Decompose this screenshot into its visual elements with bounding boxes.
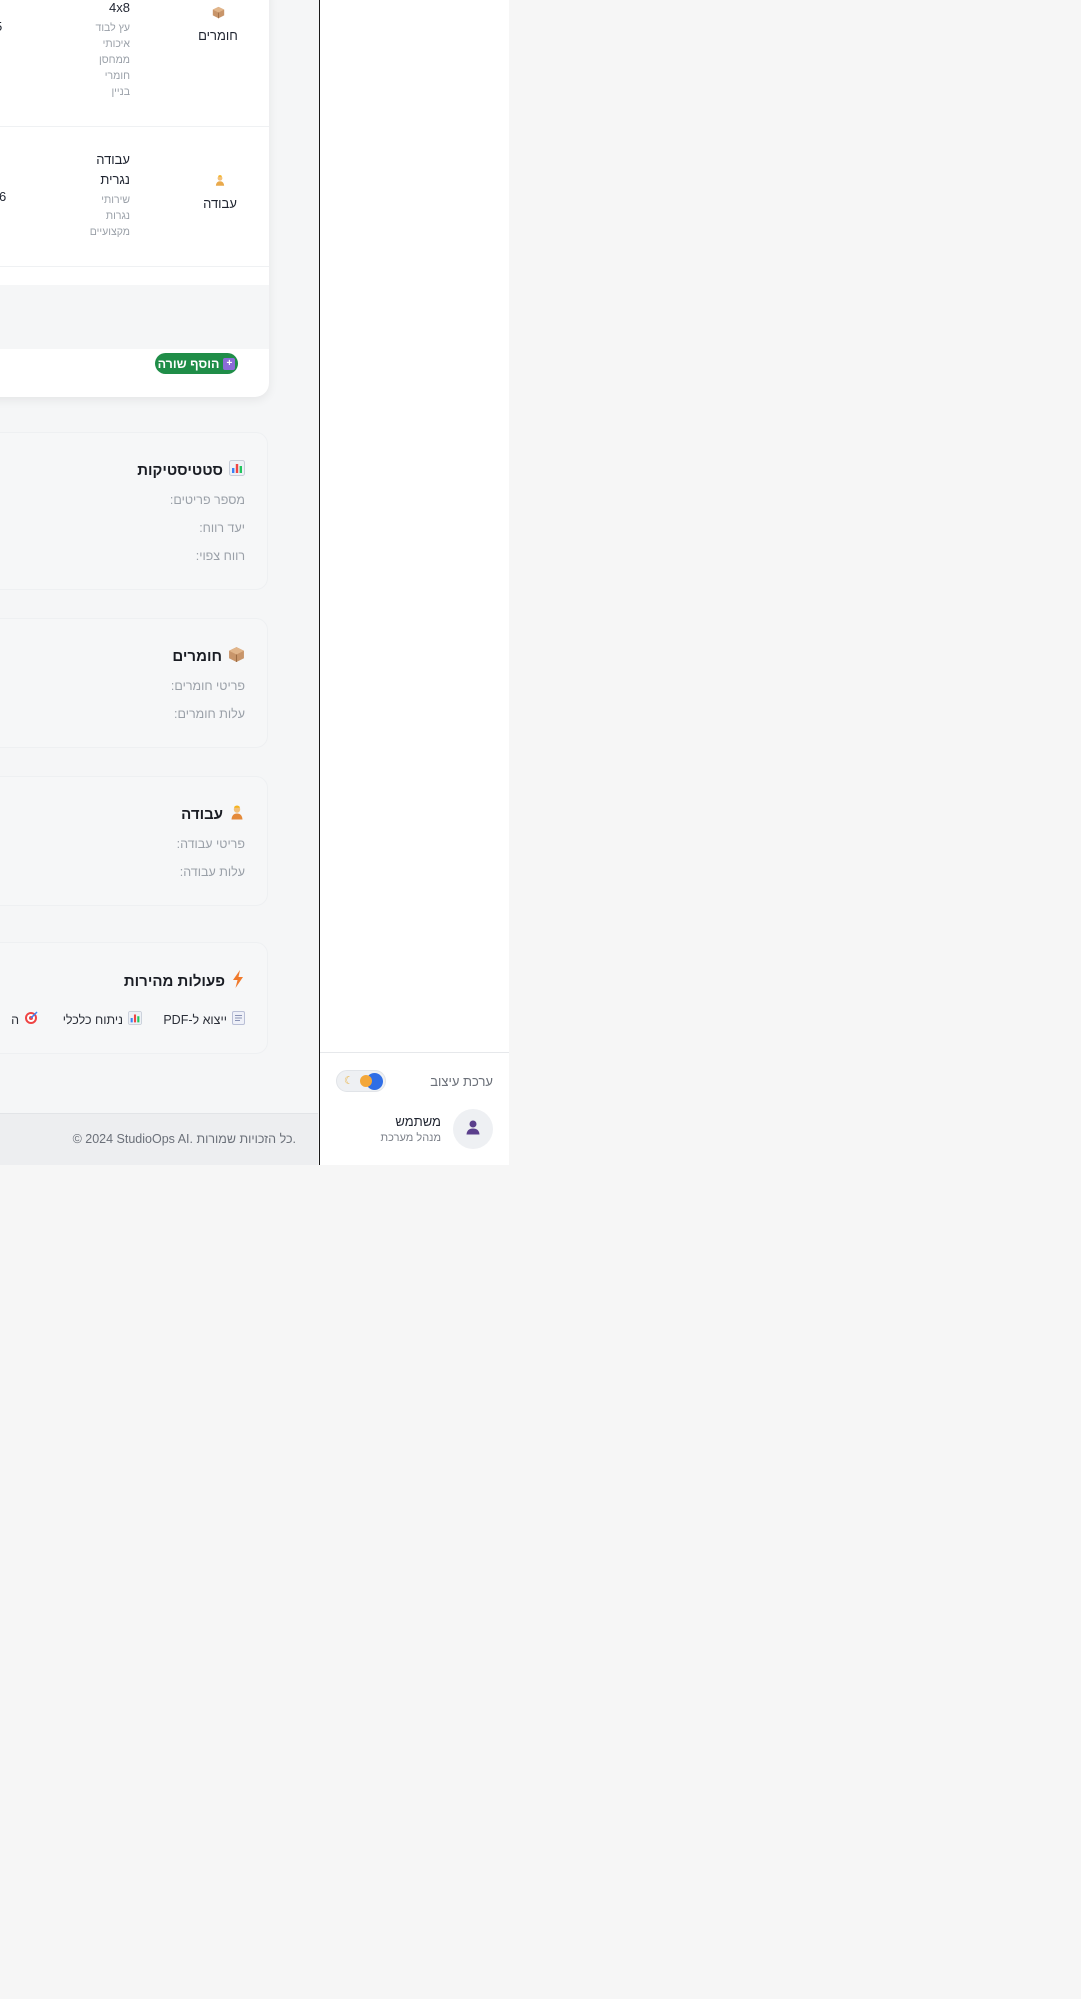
user-info: משתמש מנהל מערכת [381,1114,441,1144]
labor-panel: עבודה פריטי עבודה: עלות עבודה: [0,776,268,906]
materials-count-label: פריטי חומרים: [170,679,245,693]
materials-cost-label: עלות חומרים: [174,707,245,721]
user-profile[interactable]: משתמש מנהל מערכת [336,1107,493,1151]
bar-chart-icon [229,460,245,480]
stats-panel: סטטיסטיקות מספר פריטים: יעד רווח: רווח צ… [0,432,268,590]
sidebar: ערכת עיצוב ☾ משתמש מנהל מערכת [319,0,509,1165]
row-item: 4x8 עץ לבוד איכותי ממחסן חומרי בניין [80,0,131,100]
box-icon [193,6,243,22]
quick-actions-title: פעולות מהירות [124,970,245,992]
theme-switcher: ערכת עיצוב ☾ [336,1069,493,1093]
row-value: 6 [0,189,7,204]
box-icon [228,646,245,667]
table-row: עבודה [195,174,245,211]
theme-label: ערכת עיצוב [430,1073,493,1089]
goal-button[interactable]: ה [11,1011,38,1028]
row-item-desc: שירותי נגרות מקצועיים [89,194,130,238]
row-item: עבודה נגרית שירותי נגרות מקצועיים [80,150,130,240]
moon-icon: ☾ [344,1075,354,1087]
plus-icon: + [223,357,236,370]
table-row: חומרים [193,6,243,43]
add-row-button[interactable]: + הוסף שורה [155,353,238,374]
financial-analysis-button[interactable]: ניתוח כלכלי [63,1011,142,1028]
quick-actions-panel: פעולות מהירות ייצוא ל-PDF ניתוח כלכלי ה [0,942,268,1054]
user-role: מנהל מערכת [380,1132,441,1144]
bar-chart-icon [128,1011,142,1028]
row-item-name: 4x8 [109,0,130,15]
sidebar-footer: ערכת עיצוב ☾ משתמש מנהל מערכת [320,1052,509,1165]
row-item-name: עבודה נגרית [96,152,130,187]
export-pdf-button[interactable]: ייצוא ל-PDF [163,1011,245,1028]
target-icon [24,1011,38,1028]
avatar [453,1109,493,1149]
materials-panel: חומרים פריטי חומרים: עלות חומרים: [0,618,268,748]
user-name: משתמש [395,1114,441,1129]
worker-icon [229,804,245,825]
sun-icon [360,1075,372,1087]
stats-expected-profit-label: רווח צפוי: [195,549,245,563]
document-icon [232,1011,245,1028]
copyright-text: © 2024 StudioOps AI. כל הזכויות שמורות. [72,1132,296,1146]
row-item-desc: עץ לבוד איכותי ממחסן חומרי בניין [95,22,131,98]
stats-item-count-label: מספר פריטים: [169,493,245,507]
labor-cost-label: עלות עבודה: [179,865,245,879]
labor-panel-title: עבודה [181,804,245,825]
row-divider [0,266,269,267]
materials-panel-title: חומרים [172,646,245,667]
worker-icon [195,174,245,190]
labor-count-label: פריטי עבודה: [176,837,245,851]
lightning-icon [231,970,245,992]
user-icon [465,1119,481,1140]
theme-toggle[interactable]: ☾ [336,1070,386,1092]
row-category: עבודה [203,196,237,211]
app-frame: חומרים 4x8 עץ לבוד איכותי ממחסן חומרי בנ… [0,0,509,1165]
row-divider [0,126,269,127]
line-items-table: חומרים 4x8 עץ לבוד איכותי ממחסן חומרי בנ… [0,0,269,397]
row-category: חומרים [198,28,238,43]
stats-panel-title: סטטיסטיקות [137,460,245,480]
stats-profit-target-label: יעד רווח: [199,521,245,535]
main-content: חומרים 4x8 עץ לבוד איכותי ממחסן חומרי בנ… [0,0,318,1165]
page-footer: © 2024 StudioOps AI. כל הזכויות שמורות. [0,1113,318,1165]
table-summary-band [0,285,269,349]
row-value: 5 [0,19,2,34]
